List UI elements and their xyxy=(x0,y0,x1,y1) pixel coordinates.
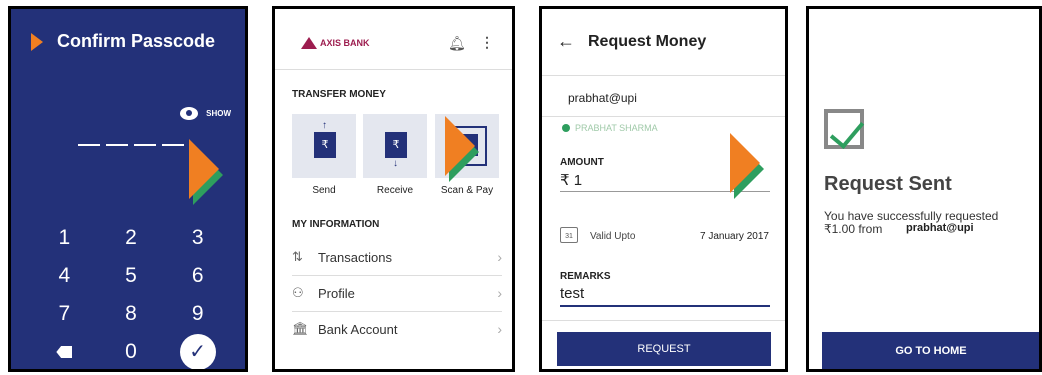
backspace-key[interactable] xyxy=(31,339,98,365)
transactions-icon: ⇅ xyxy=(292,249,303,264)
passcode-slot xyxy=(162,144,184,146)
eye-icon xyxy=(180,107,199,120)
valid-upto-label: Valid Upto xyxy=(590,231,636,242)
key-6[interactable]: 6 xyxy=(164,263,231,289)
axis-logo-icon xyxy=(301,37,317,49)
rupee-icon: ₹ xyxy=(314,132,336,158)
go-to-home-button[interactable]: GO TO HOME xyxy=(822,332,1039,369)
bank-account-label: Bank Account xyxy=(318,321,398,337)
passcode-slots xyxy=(78,144,184,146)
transactions-label: Transactions xyxy=(318,249,392,265)
verified-payee: PRABHAT SHARMA xyxy=(562,123,658,133)
divider xyxy=(542,320,785,321)
rupee-icon: ₹ xyxy=(385,132,407,158)
bell-icon[interactable]: 🔔︎ xyxy=(448,35,466,52)
passcode-slot xyxy=(78,144,100,146)
chevron-right-icon: › xyxy=(497,285,502,301)
key-4[interactable]: 4 xyxy=(31,263,98,289)
receive-label: Receive xyxy=(376,185,414,196)
axis-bank-home-screen: AXIS BANK 🔔︎ ⋮ TRANSFER MONEY ↑ ₹ ₹ ↓ + … xyxy=(272,6,515,372)
confirm-passcode-screen: Confirm Passcode SHOW 1 2 3 4 5 6 7 8 9 … xyxy=(8,6,248,372)
keypad: 1 2 3 4 5 6 7 8 9 0 ✓ xyxy=(31,225,231,369)
key-5[interactable]: 5 xyxy=(98,263,165,289)
app-header: ← Request Money xyxy=(542,9,785,76)
key-0[interactable]: 0 xyxy=(98,339,165,365)
show-label: SHOW xyxy=(206,109,231,118)
request-button[interactable]: REQUEST xyxy=(557,332,771,366)
requested-vpa: prabhat@upi xyxy=(906,222,974,234)
profile-row[interactable]: ⚇ Profile › xyxy=(292,275,502,312)
key-1[interactable]: 1 xyxy=(31,225,98,251)
transfer-money-heading: TRANSFER MONEY xyxy=(292,89,386,100)
divider xyxy=(542,116,785,117)
back-arrow-icon[interactable]: ← xyxy=(557,31,575,52)
arrow-down-icon: ↓ xyxy=(393,158,398,169)
key-8[interactable]: 8 xyxy=(98,301,165,327)
bhim-logo-icon xyxy=(31,33,43,51)
request-sent-screen: Request Sent You have successfully reque… xyxy=(806,6,1042,372)
user-icon: ⚇ xyxy=(292,285,304,300)
receive-tile[interactable]: ₹ ↓ xyxy=(363,114,427,178)
valid-date[interactable]: 7 January 2017 xyxy=(700,231,769,242)
remarks-input[interactable]: test xyxy=(560,285,584,302)
amount-label: AMOUNT xyxy=(560,157,604,168)
amount-input[interactable]: ₹ 1 xyxy=(560,171,582,189)
app-header: AXIS BANK 🔔︎ ⋮ xyxy=(275,9,512,70)
bank-account-row[interactable]: 🏛︎ Bank Account › xyxy=(292,311,502,347)
profile-label: Profile xyxy=(318,285,355,301)
scan-pay-tile[interactable]: + xyxy=(435,114,499,182)
verified-check-icon xyxy=(562,124,570,132)
bank-icon: 🏛︎ xyxy=(292,321,309,336)
key-3[interactable]: 3 xyxy=(164,225,231,251)
remarks-label: REMARKS xyxy=(560,271,611,282)
axis-bank-logo: AXIS BANK xyxy=(301,37,370,49)
my-information-heading: MY INFORMATION xyxy=(292,219,380,230)
send-label: Send xyxy=(312,185,336,196)
page-title: Request Sent xyxy=(824,173,952,195)
key-7[interactable]: 7 xyxy=(31,301,98,327)
bank-name: AXIS BANK xyxy=(320,38,370,48)
chevron-right-icon: › xyxy=(497,249,502,265)
confirm-key[interactable]: ✓ xyxy=(164,334,231,369)
page-title: Request Money xyxy=(588,33,707,50)
passcode-slot xyxy=(106,144,128,146)
remarks-underline xyxy=(560,305,770,307)
success-message-line2: ₹1.00 from xyxy=(824,222,883,236)
backspace-icon xyxy=(56,346,73,358)
arrow-up-icon: ↑ xyxy=(322,120,327,131)
vpa-input[interactable]: prabhat@upi xyxy=(568,91,637,105)
show-passcode-toggle[interactable]: SHOW xyxy=(180,107,231,120)
page-title: Confirm Passcode xyxy=(57,31,216,51)
success-message-line1: You have successfully requested xyxy=(824,209,999,223)
chevron-right-icon: › xyxy=(497,321,502,337)
key-9[interactable]: 9 xyxy=(164,301,231,327)
scan-pay-label: Scan & Pay xyxy=(440,185,494,196)
send-tile[interactable]: ↑ ₹ xyxy=(292,114,356,178)
payee-name: PRABHAT SHARMA xyxy=(575,123,658,133)
passcode-slot xyxy=(134,144,156,146)
check-icon: ✓ xyxy=(179,334,216,369)
request-money-screen: ← Request Money prabhat@upi PRABHAT SHAR… xyxy=(539,6,788,372)
calendar-icon[interactable]: 31 xyxy=(560,227,578,243)
more-menu-icon[interactable]: ⋮ xyxy=(480,34,494,51)
transactions-row[interactable]: ⇅ Transactions › xyxy=(292,239,502,276)
key-2[interactable]: 2 xyxy=(98,225,165,251)
